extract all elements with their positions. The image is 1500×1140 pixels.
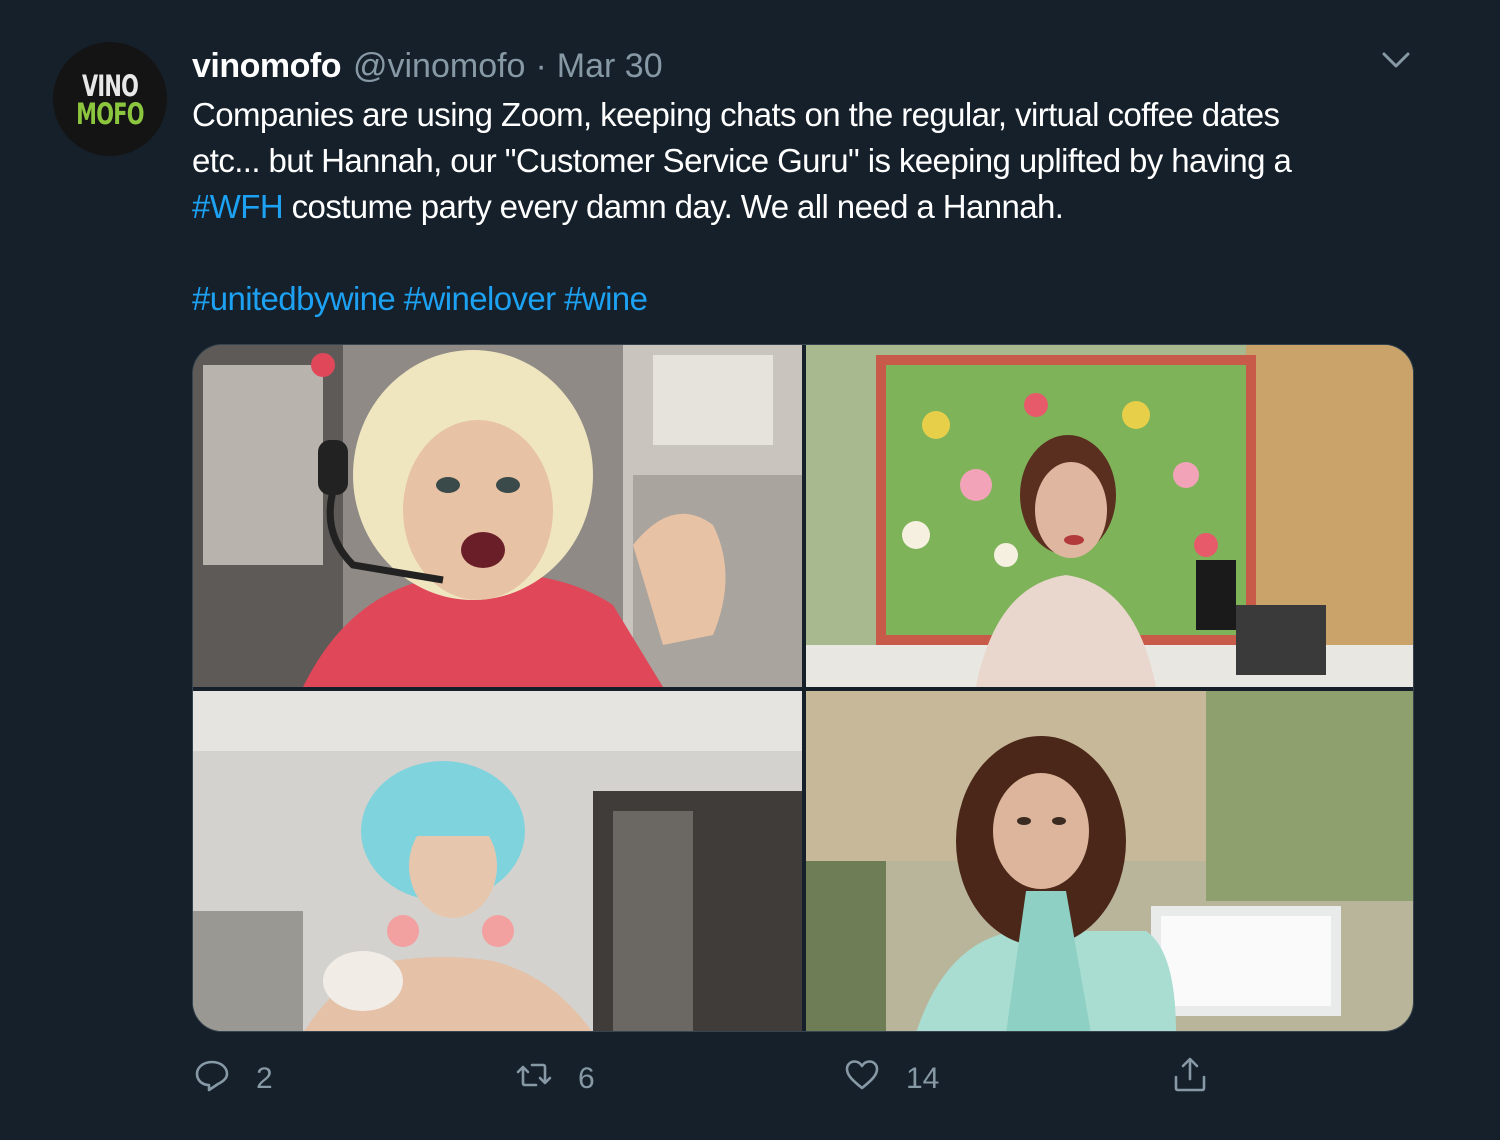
like-button[interactable]: 14 [842, 1056, 939, 1102]
tweet-text-line: Companies are using Zoom, keeping chats … [192, 96, 1280, 133]
author-handle[interactable]: @vinomofo [353, 47, 525, 86]
photo-flower-window[interactable] [806, 345, 1413, 687]
avatar[interactable]: VINO MOFO [53, 42, 167, 156]
reply-count: 2 [256, 1062, 273, 1095]
chevron-down-icon[interactable] [1380, 46, 1412, 74]
retweet-icon [514, 1055, 554, 1103]
avatar-logo-line2: MOFO [76, 96, 144, 131]
reply-button[interactable]: 2 [192, 1056, 273, 1102]
retweet-count: 6 [578, 1062, 595, 1095]
hashtag-line: #unitedbywine #winelover #wine [192, 276, 1432, 322]
hashtag-wfh[interactable]: #WFH [192, 188, 284, 225]
retweet-button[interactable]: 6 [514, 1056, 595, 1102]
photo-blue-wig[interactable] [193, 691, 802, 1031]
hashtag-winelover[interactable]: #winelover [404, 280, 556, 317]
tweet-actions: 2 6 14 [0, 1056, 1500, 1102]
reply-icon [192, 1055, 232, 1103]
tweet-text-line: #WFH costume party every damn day. We al… [192, 184, 1432, 230]
tweet-card[interactable]: VINO MOFO vinomofo @vinomofo · Mar 30 Co… [0, 0, 1500, 1140]
photo-teal-scarf[interactable] [806, 691, 1413, 1031]
author-name[interactable]: vinomofo [192, 47, 341, 86]
heart-icon [842, 1055, 882, 1103]
hashtag-unitedbywine[interactable]: #unitedbywine [192, 280, 396, 317]
media-grid [192, 344, 1414, 1032]
tweet-header: vinomofo @vinomofo · Mar 30 [192, 44, 663, 88]
share-icon [1170, 1055, 1210, 1103]
separator-dot: · [535, 46, 547, 85]
share-button[interactable] [1170, 1056, 1210, 1102]
hashtag-wine[interactable]: #wine [564, 280, 648, 317]
tweet-text: Companies are using Zoom, keeping chats … [192, 92, 1432, 322]
tweet-text-segment: costume party every damn day. We all nee… [283, 188, 1064, 225]
tweet-text-line: etc... but Hannah, our "Customer Service… [192, 142, 1292, 179]
tweet-date[interactable]: Mar 30 [557, 47, 663, 86]
photo-blonde-wig[interactable] [193, 345, 802, 687]
like-count: 14 [906, 1062, 940, 1095]
